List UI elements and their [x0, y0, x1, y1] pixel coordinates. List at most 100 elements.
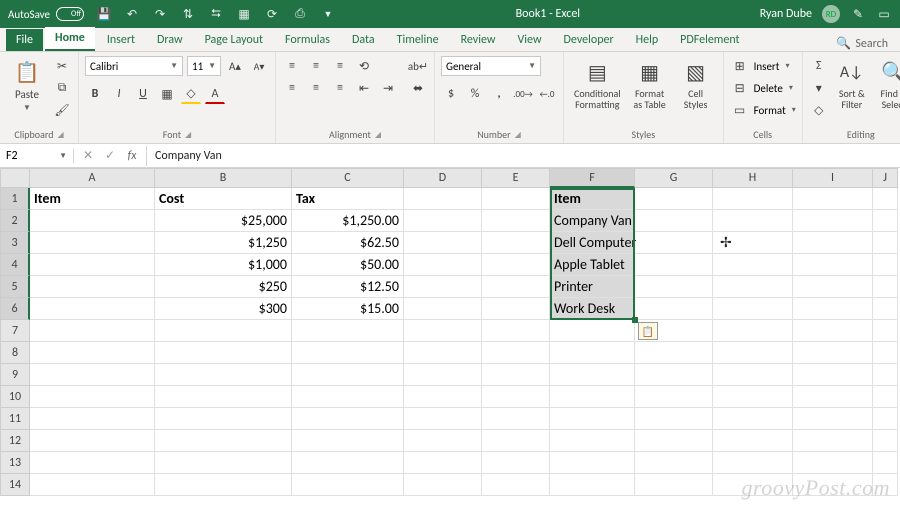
save-icon[interactable]: 💾: [96, 6, 112, 22]
cell-c7[interactable]: [292, 320, 404, 342]
increase-indent-icon[interactable]: ⇥: [378, 78, 398, 98]
increase-font-icon[interactable]: A▴: [225, 56, 245, 76]
cell-i4[interactable]: [793, 254, 873, 276]
paste-button[interactable]: 📋 Paste ▼: [6, 56, 48, 115]
number-launcher-icon[interactable]: ◢: [515, 130, 521, 140]
cell-f4[interactable]: Apple Tablet: [550, 254, 635, 276]
col-header-g[interactable]: G: [635, 168, 713, 188]
cell-c12[interactable]: [292, 430, 404, 452]
cell-a7[interactable]: [30, 320, 155, 342]
cell-f10[interactable]: [550, 386, 635, 408]
autosum-icon[interactable]: Σ: [809, 56, 829, 76]
cell-f7[interactable]: [550, 320, 635, 342]
cell-e12[interactable]: [482, 430, 550, 452]
cell-j11[interactable]: [873, 408, 898, 430]
insert-cells-button[interactable]: ⊞Insert▾: [730, 56, 796, 76]
row-header[interactable]: 6: [0, 298, 30, 320]
row-header[interactable]: 5: [0, 276, 30, 298]
cell-a9[interactable]: [30, 364, 155, 386]
col-header-b[interactable]: B: [155, 168, 292, 188]
select-all-button[interactable]: [0, 168, 30, 188]
cell-i1[interactable]: [793, 188, 873, 210]
cell-b3[interactable]: $1,250: [155, 232, 292, 254]
cell-d12[interactable]: [404, 430, 482, 452]
cell-d13[interactable]: [404, 452, 482, 474]
cell-b8[interactable]: [155, 342, 292, 364]
cell-a5[interactable]: [30, 276, 155, 298]
font-launcher-icon[interactable]: ◢: [185, 130, 191, 140]
cell-i5[interactable]: [793, 276, 873, 298]
ribbon-options-icon[interactable]: ▭: [876, 6, 892, 22]
col-header-j[interactable]: J: [873, 168, 898, 188]
cell-a2[interactable]: [30, 210, 155, 232]
cell-d1[interactable]: [404, 188, 482, 210]
cell-a4[interactable]: [30, 254, 155, 276]
cell-g14[interactable]: [635, 474, 713, 496]
cell-b10[interactable]: [155, 386, 292, 408]
tab-pdfelement[interactable]: PDFelement: [670, 29, 749, 51]
cell-j3[interactable]: [873, 232, 898, 254]
cell-j5[interactable]: [873, 276, 898, 298]
row-header[interactable]: 7: [0, 320, 30, 342]
cell-d5[interactable]: [404, 276, 482, 298]
decrease-indent-icon[interactable]: ⇤: [354, 78, 374, 98]
cell-i8[interactable]: [793, 342, 873, 364]
row-header[interactable]: 2: [0, 210, 30, 232]
row-header[interactable]: 11: [0, 408, 30, 430]
cell-b11[interactable]: [155, 408, 292, 430]
cell-j1[interactable]: [873, 188, 898, 210]
cell-c10[interactable]: [292, 386, 404, 408]
cell-i12[interactable]: [793, 430, 873, 452]
align-top-icon[interactable]: ≡: [282, 56, 302, 76]
cell-c9[interactable]: [292, 364, 404, 386]
cell-c1[interactable]: Tax: [292, 188, 404, 210]
cell-i3[interactable]: [793, 232, 873, 254]
increase-decimal-icon[interactable]: .00→: [513, 84, 533, 104]
tab-timeline[interactable]: Timeline: [387, 29, 449, 51]
cell-h10[interactable]: [713, 386, 793, 408]
cell-f8[interactable]: [550, 342, 635, 364]
cell-g10[interactable]: [635, 386, 713, 408]
cell-f11[interactable]: [550, 408, 635, 430]
undo-icon[interactable]: ↶: [124, 6, 140, 22]
cell-g2[interactable]: [635, 210, 713, 232]
row-header[interactable]: 4: [0, 254, 30, 276]
align-bottom-icon[interactable]: ≡: [330, 56, 350, 76]
tab-insert[interactable]: Insert: [97, 29, 145, 51]
coming-soon-icon[interactable]: ✎: [850, 6, 866, 22]
cell-j13[interactable]: [873, 452, 898, 474]
cell-j10[interactable]: [873, 386, 898, 408]
underline-button[interactable]: U: [133, 84, 153, 104]
wrap-text-icon[interactable]: ab↵: [408, 56, 428, 76]
cell-e6[interactable]: [482, 298, 550, 320]
tab-view[interactable]: View: [507, 29, 551, 51]
cell-a1[interactable]: Item: [30, 188, 155, 210]
cell-a14[interactable]: [30, 474, 155, 496]
cell-c14[interactable]: [292, 474, 404, 496]
cell-j6[interactable]: [873, 298, 898, 320]
cell-e1[interactable]: [482, 188, 550, 210]
cell-f9[interactable]: [550, 364, 635, 386]
name-box[interactable]: F2▼: [0, 149, 74, 163]
cell-j12[interactable]: [873, 430, 898, 452]
cell-c4[interactable]: $50.00: [292, 254, 404, 276]
cell-e2[interactable]: [482, 210, 550, 232]
tab-home[interactable]: Home: [45, 27, 95, 51]
cell-b7[interactable]: [155, 320, 292, 342]
sort-filter-button[interactable]: A↓ Sort & Filter: [833, 56, 871, 112]
refresh-icon[interactable]: ⟳: [264, 6, 280, 22]
cell-d3[interactable]: [404, 232, 482, 254]
cell-h9[interactable]: [713, 364, 793, 386]
delete-cells-button[interactable]: ⊟Delete▾: [730, 78, 796, 98]
tab-help[interactable]: Help: [626, 29, 669, 51]
cell-h5[interactable]: [713, 276, 793, 298]
col-header-d[interactable]: D: [404, 168, 482, 188]
merge-center-icon[interactable]: ⬌: [408, 78, 428, 98]
copy-icon[interactable]: ⧉: [52, 78, 72, 98]
cell-b6[interactable]: $300: [155, 298, 292, 320]
tab-draw[interactable]: Draw: [147, 29, 193, 51]
cell-e11[interactable]: [482, 408, 550, 430]
cell-e9[interactable]: [482, 364, 550, 386]
tab-developer[interactable]: Developer: [554, 29, 624, 51]
col-header-f[interactable]: F: [550, 168, 635, 188]
